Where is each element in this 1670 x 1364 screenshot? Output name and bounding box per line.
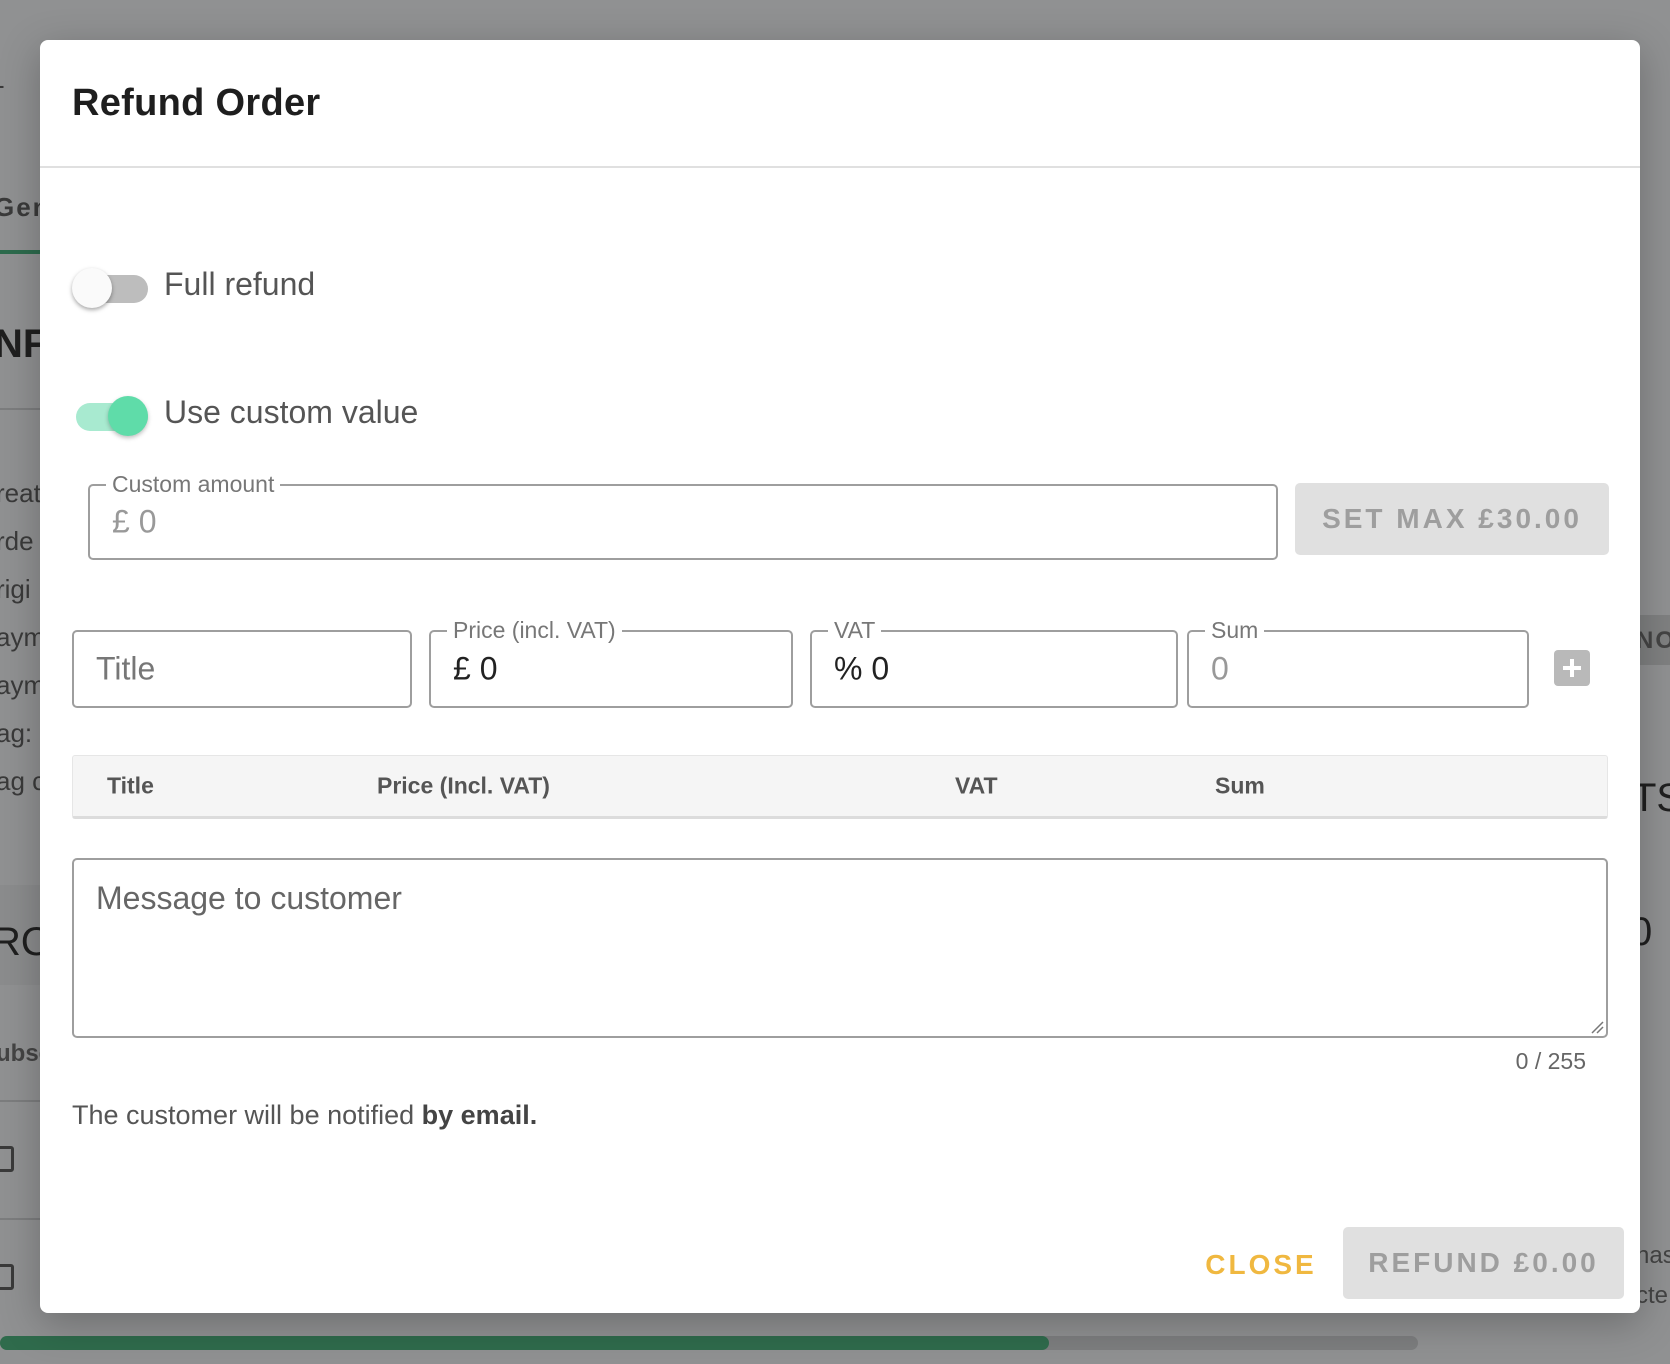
line-price-value: £ 0 bbox=[453, 650, 498, 687]
line-sum-legend: Sum bbox=[1205, 617, 1265, 644]
line-sum-input: Sum 0 bbox=[1187, 617, 1529, 708]
table-header-title: Title bbox=[107, 772, 154, 799]
line-vat-value: % 0 bbox=[834, 650, 890, 687]
custom-amount-value: £ 0 bbox=[112, 503, 157, 540]
copy-icon bbox=[0, 1146, 14, 1172]
custom-value-switch[interactable] bbox=[72, 392, 148, 436]
switch-thumb[interactable] bbox=[108, 396, 148, 436]
add-line-button[interactable] bbox=[1554, 650, 1590, 686]
custom-amount-legend: Custom amount bbox=[106, 471, 281, 498]
resize-handle-icon[interactable] bbox=[1590, 1020, 1604, 1034]
dialog-header: Refund Order bbox=[40, 40, 1640, 168]
bg-divider bbox=[0, 408, 40, 410]
line-sum-value: 0 bbox=[1211, 650, 1229, 687]
custom-value-toggle[interactable]: Use custom value bbox=[72, 392, 419, 436]
bg-tag-label: ag: bbox=[0, 718, 33, 748]
bg-tab-underline bbox=[0, 250, 40, 254]
refund-order-dialog: Refund Order Full refund Use custom valu… bbox=[40, 40, 1640, 1313]
bg-chip-label: NO bbox=[1636, 627, 1670, 654]
line-price-legend: Price (incl. VAT) bbox=[447, 617, 622, 644]
message-char-counter: 0 / 255 bbox=[1515, 1048, 1586, 1074]
bg-payment-label-2: aym bbox=[0, 670, 46, 700]
refund-button[interactable]: REFUND £0.00 bbox=[1343, 1227, 1624, 1299]
custom-amount-field[interactable]: Custom amount £ 0 bbox=[88, 471, 1278, 560]
table-header-price: Price (Incl. VAT) bbox=[377, 772, 550, 799]
notification-info: The customer will be notified by email. bbox=[72, 1100, 537, 1131]
bg-tag-label-2: ag c bbox=[0, 766, 46, 796]
bg-created-label: reat bbox=[0, 478, 41, 508]
line-vat-input[interactable]: VAT % 0 bbox=[810, 617, 1178, 708]
line-vat-legend: VAT bbox=[828, 617, 882, 644]
bg-order-label: rde bbox=[0, 526, 34, 556]
bg-divider bbox=[0, 1100, 40, 1102]
line-items-table-header: Title Price (Incl. VAT) VAT Sum bbox=[72, 755, 1608, 819]
plus-icon bbox=[1563, 659, 1581, 677]
copy-icon bbox=[0, 1264, 14, 1290]
line-title-placeholder: Title bbox=[96, 650, 156, 687]
close-button[interactable]: CLOSE bbox=[1196, 1238, 1326, 1292]
line-price-input[interactable]: Price (incl. VAT) £ 0 bbox=[429, 617, 793, 708]
notify-method: by email. bbox=[421, 1100, 538, 1130]
table-header-sum: Sum bbox=[1215, 772, 1265, 799]
bg-divider bbox=[0, 1218, 40, 1220]
bg-payment-label: aym bbox=[0, 622, 46, 652]
message-textarea[interactable]: Message to customer bbox=[72, 858, 1608, 1038]
switch-thumb[interactable] bbox=[72, 268, 112, 308]
dialog-title: Refund Order bbox=[72, 81, 321, 124]
bg-right-text-2: cte bbox=[1636, 1282, 1669, 1309]
line-title-input[interactable]: Title bbox=[72, 630, 412, 708]
notify-text: The customer will be notified bbox=[72, 1100, 422, 1130]
full-refund-toggle[interactable]: Full refund bbox=[72, 264, 316, 308]
bg-fragment-dash: - bbox=[0, 70, 5, 101]
table-header-vat: VAT bbox=[955, 772, 998, 799]
bg-progress-fill bbox=[0, 1336, 1050, 1350]
bg-progress-bar bbox=[0, 1336, 1418, 1350]
bg-right-text: has bbox=[1636, 1242, 1670, 1269]
full-refund-label: Full refund bbox=[164, 265, 316, 302]
full-refund-switch[interactable] bbox=[72, 264, 148, 308]
message-placeholder: Message to customer bbox=[96, 880, 402, 916]
set-max-button[interactable]: SET MAX £30.00 bbox=[1295, 483, 1609, 555]
custom-value-label: Use custom value bbox=[164, 393, 419, 430]
bg-origin-label: rigi bbox=[0, 574, 31, 604]
